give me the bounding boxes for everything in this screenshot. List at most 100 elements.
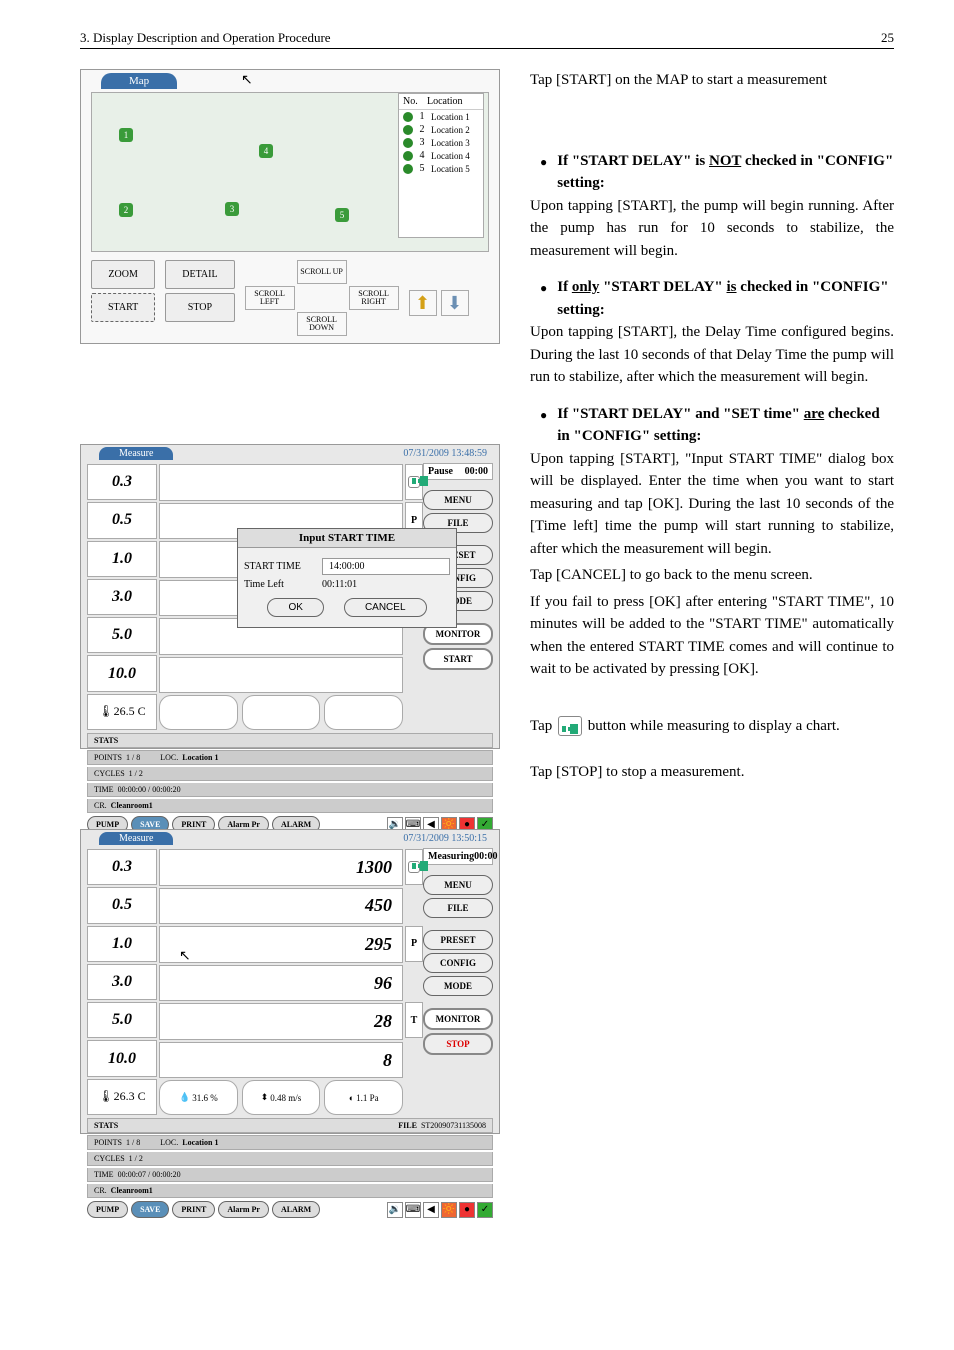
body-text: Upon tapping [START], the pump will begi… <box>530 195 894 263</box>
chart-button[interactable] <box>405 464 423 500</box>
tray-icon[interactable]: 🔆 <box>441 1202 457 1218</box>
map-area[interactable]: 1 2 3 4 5 No. Location 1Location 1 2Loca… <box>91 92 489 252</box>
stop-button[interactable]: STOP <box>165 293 234 322</box>
timestamp: 07/31/2009 13:48:59 <box>403 448 487 459</box>
chart-button-icon <box>558 716 582 736</box>
map-marker-1[interactable]: 1 <box>119 128 133 142</box>
body-text: Tap [CANCEL] to go back to the menu scre… <box>530 564 894 587</box>
arrow-down-icon: ⬇ <box>447 293 462 314</box>
mode-button[interactable]: MODE <box>423 976 493 996</box>
humidity-cell: 💧 31.6 % <box>159 1080 238 1115</box>
map-screenshot: Map ↖ 1 2 3 4 5 No. Location <box>80 69 500 344</box>
map-legend: No. Location 1Location 1 2Location 2 3Lo… <box>398 93 484 238</box>
legend-row[interactable]: 1Location 1 <box>399 110 483 123</box>
legend-loc-header: Location <box>423 94 483 109</box>
config-button[interactable]: CONFIG <box>423 953 493 973</box>
info-bar: CYCLES 1 / 2 <box>87 767 493 781</box>
dialog-title: Input START TIME <box>238 529 456 548</box>
scroll-up-button[interactable]: SCROLL UP <box>297 260 347 284</box>
tray-icon[interactable]: 🔉 <box>387 1202 403 1218</box>
tray-icon[interactable]: ● <box>459 1202 475 1218</box>
scroll-right-button[interactable]: SCROLL RIGHT <box>349 286 399 310</box>
preset-button[interactable]: PRESET <box>423 930 493 950</box>
body-text: Upon tapping [START], the Delay Time con… <box>530 321 894 389</box>
t-indicator: T <box>405 1002 423 1038</box>
bullet-icon: ● <box>540 279 547 321</box>
save-button[interactable]: SAVE <box>131 1201 169 1218</box>
bullet-icon: ● <box>540 406 547 448</box>
size-cell: 3.0 <box>87 579 157 615</box>
count-cell: 295 <box>159 926 403 963</box>
bullet-heading: If only "START DELAY" is checked in "CON… <box>557 276 894 321</box>
p-indicator: P <box>405 926 423 962</box>
count-cell: 8 <box>159 1042 403 1079</box>
tray-icon[interactable]: ◀ <box>423 1202 439 1218</box>
arrow-up-icon: ⬆ <box>415 293 430 314</box>
zoom-button[interactable]: ZOOM <box>91 260 155 289</box>
arrow-up-button[interactable]: ⬆ <box>409 290 437 316</box>
legend-row[interactable]: 2Location 2 <box>399 123 483 136</box>
count-cell: 28 <box>159 1003 403 1040</box>
temp-cell: 🌡 26.3 C <box>87 1079 157 1115</box>
size-cell: 0.3 <box>87 849 157 885</box>
detail-button[interactable]: DETAIL <box>165 260 234 289</box>
map-marker-4[interactable]: 4 <box>259 144 273 158</box>
start-button[interactable]: START <box>91 293 155 322</box>
map-marker-2[interactable]: 2 <box>119 203 133 217</box>
cursor-icon: ↖ <box>241 72 253 89</box>
bullet-heading: If "START DELAY" and "SET time" are chec… <box>557 403 894 448</box>
chart-button[interactable] <box>405 849 423 885</box>
status-box: Measuring00:00 <box>423 848 493 865</box>
env-cell <box>242 695 321 730</box>
count-cell: 450 <box>159 888 403 925</box>
pump-button[interactable]: PUMP <box>87 1201 128 1218</box>
tray-icon[interactable]: ⌨ <box>405 1202 421 1218</box>
map-marker-3[interactable]: 3 <box>225 202 239 216</box>
start-time-label: START TIME <box>244 561 314 572</box>
count-cell <box>159 464 403 501</box>
body-text: Upon tapping [START], "Input START TIME"… <box>530 448 894 561</box>
chart-icon <box>408 861 420 873</box>
monitor-button[interactable]: MONITOR <box>423 1008 493 1030</box>
env-cell <box>324 695 403 730</box>
legend-row[interactable]: 5Location 5 <box>399 162 483 175</box>
ok-button[interactable]: OK <box>267 598 323 617</box>
legend-row[interactable]: 3Location 3 <box>399 136 483 149</box>
info-bar: CYCLES 1 / 2 <box>87 1152 493 1166</box>
stop-button[interactable]: STOP <box>423 1033 493 1055</box>
header-title: 3. Display Description and Operation Pro… <box>80 30 331 46</box>
cursor-icon: ↖ <box>179 948 191 965</box>
print-button[interactable]: PRINT <box>172 1201 215 1218</box>
count-cell: 96 <box>159 965 403 1002</box>
legend-row[interactable]: 4Location 4 <box>399 149 483 162</box>
measure-pause-screenshot: Measure 07/31/2009 13:48:59 0.3 0.5 1.0 … <box>80 444 500 749</box>
info-bar: CR. Cleanroom1 <box>87 799 493 813</box>
time-left-label: Time Left <box>244 579 314 590</box>
cancel-button[interactable]: CANCEL <box>344 598 427 617</box>
arrow-down-button[interactable]: ⬇ <box>441 290 469 316</box>
start-time-field[interactable]: 14:00:00 <box>322 558 450 575</box>
tap-chart-text: Tap button while measuring to display a … <box>530 715 894 738</box>
count-cell <box>159 657 403 694</box>
alarm-pr-button[interactable]: Alarm Pr <box>218 1201 269 1218</box>
size-cell: 3.0 <box>87 964 157 1000</box>
menu-button[interactable]: MENU <box>423 490 493 510</box>
map-marker-5[interactable]: 5 <box>335 208 349 222</box>
alarm-button[interactable]: ALARM <box>272 1201 320 1218</box>
legend-no-header: No. <box>399 94 423 109</box>
start-button[interactable]: START <box>423 648 493 670</box>
map-tab[interactable]: Map <box>101 73 177 89</box>
body-text: If you fail to press [OK] after entering… <box>530 591 894 681</box>
measure-tab[interactable]: Measure <box>99 832 173 845</box>
size-cell: 0.3 <box>87 464 157 500</box>
scroll-down-button[interactable]: SCROLL DOWN <box>297 312 347 336</box>
tray-icon[interactable]: ✓ <box>477 1202 493 1218</box>
env-cell <box>159 695 238 730</box>
measure-tab[interactable]: Measure <box>99 447 173 460</box>
info-bar: POINTS 1 / 8 LOC. Location 1 <box>87 1135 493 1150</box>
scroll-left-button[interactable]: SCROLL LEFT <box>245 286 295 310</box>
file-button[interactable]: FILE <box>423 898 493 918</box>
menu-button[interactable]: MENU <box>423 875 493 895</box>
airflow-cell: ⬍ 0.48 m/s <box>242 1080 321 1115</box>
size-cell: 1.0 <box>87 926 157 962</box>
